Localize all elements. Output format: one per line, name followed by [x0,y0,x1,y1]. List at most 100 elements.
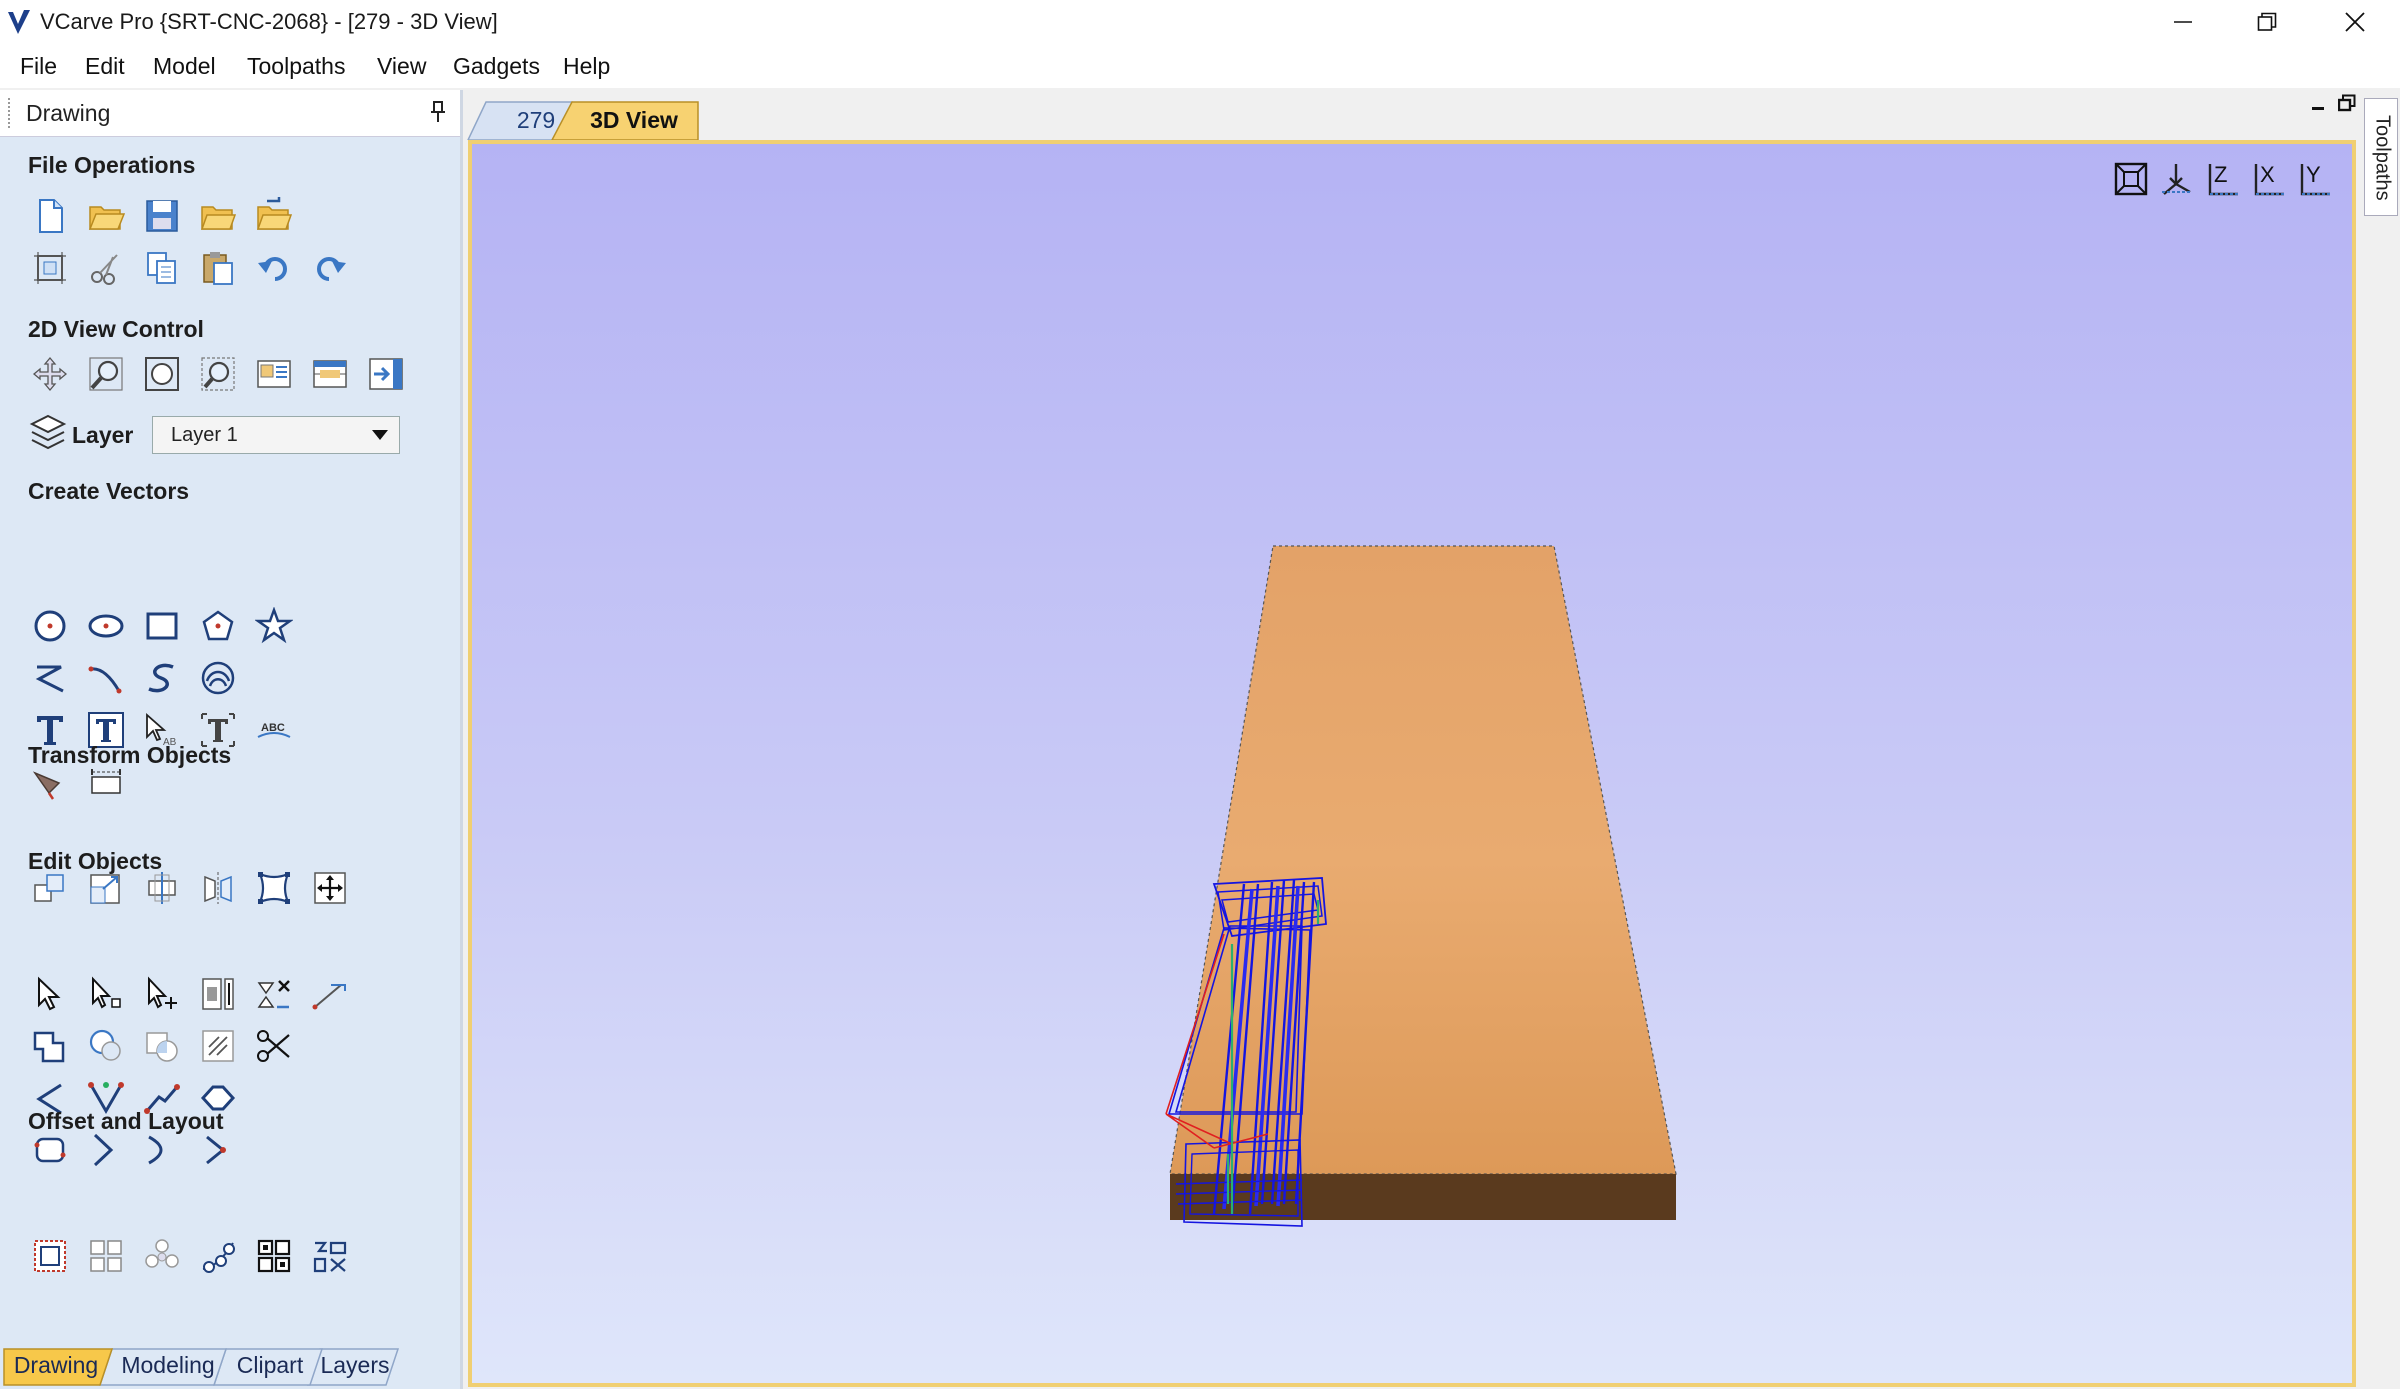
3d-viewport[interactable]: Z X Y [468,140,2356,1387]
circle-icon [34,610,66,642]
draw-fill-button[interactable] [196,656,240,700]
group-button[interactable] [252,972,296,1016]
polyline-icon [35,665,64,693]
job-setup-button[interactable] [28,246,72,290]
draw-circle-button[interactable] [28,604,72,648]
pin-icon[interactable] [428,100,448,124]
cut-button[interactable] [84,246,128,290]
weld-button[interactable] [28,1024,72,1068]
layout-view-button[interactable] [364,352,408,396]
panel-title: Drawing [26,100,111,126]
menu-gadgets[interactable]: Gadgets [453,53,540,80]
fillet-button[interactable] [308,972,352,1016]
spline-icon [148,663,174,693]
layer-dropdown[interactable]: Layer 1 [152,416,400,454]
scissors-icon [91,254,118,285]
panel-grip[interactable] [8,98,14,128]
group-remove-icon [257,980,290,1009]
menu-file[interactable]: File [20,53,57,80]
intersect-button[interactable] [140,1024,184,1068]
select-button[interactable] [28,972,72,1016]
open-file-button[interactable] [84,194,128,238]
interactive-trim-button[interactable] [196,972,240,1016]
restore-button[interactable] [2232,0,2301,44]
pan-button[interactable] [28,352,72,396]
draw-rectangle-button[interactable] [140,604,184,648]
3d-scene[interactable] [472,144,2352,1383]
toolpaths-side-tab[interactable]: Toolpaths [2364,98,2398,216]
paste-button[interactable] [196,246,240,290]
copy-along-vectors-button[interactable] [196,1234,240,1278]
trim-scissors-icon [257,1030,290,1062]
toolpaths-tab-label: Toolpaths [2371,115,2394,201]
distort-objects-button[interactable] [252,866,296,910]
tab-279[interactable]: 279 [506,100,566,140]
document-tab-bar: 279 3D View [462,90,2362,140]
import-button[interactable] [252,194,296,238]
copy-button[interactable] [140,246,184,290]
save-file-button[interactable] [140,194,184,238]
redo-button[interactable] [308,246,352,290]
iso-view-icon[interactable] [2162,164,2192,195]
menu-toolpaths[interactable]: Toolpaths [247,53,345,80]
array-copy-button[interactable] [84,1234,128,1278]
zoom-selection-button[interactable] [196,352,240,396]
circular-array-button[interactable] [140,1234,184,1278]
subtract-button[interactable] [84,1024,128,1068]
view-y-icon[interactable]: Y [2300,162,2330,196]
curve-icon [88,666,122,694]
view-toggle-button[interactable] [252,352,296,396]
menu-view[interactable]: View [377,53,426,80]
draw-polygon-button[interactable] [196,604,240,648]
offset-button[interactable] [28,1234,72,1278]
tab-3d-view[interactable]: 3D View [574,100,694,140]
draw-ellipse-button[interactable] [84,604,128,648]
layout-view-icon [369,358,403,390]
menu-model[interactable]: Model [153,53,216,80]
pan-icon [32,356,68,392]
new-file-button[interactable] [28,194,72,238]
mirror-objects-button[interactable] [196,866,240,910]
section-offset-layout: Offset and Layout [28,1108,224,1134]
align-objects-button[interactable] [308,866,352,910]
undo-button[interactable] [252,246,296,290]
copy-along-icon [202,1242,235,1273]
zoom-extents-button[interactable] [140,352,184,396]
drawing-panel: Drawing File Operations 2D View Control … [0,90,463,1389]
view-x-label: X [2260,162,2275,187]
menu-help[interactable]: Help [563,53,610,80]
copy-icon [147,252,176,284]
close-button[interactable] [2320,0,2389,44]
tab-layers[interactable]: Layers [316,1347,394,1383]
text-arc-button[interactable]: ABC [252,708,296,752]
tab-drawing[interactable]: Drawing [8,1347,104,1383]
view-z-icon[interactable]: Z [2208,162,2238,196]
overlap-button[interactable] [196,1024,240,1068]
transform-mode-button[interactable] [140,972,184,1016]
auto-layout-button[interactable] [308,1234,352,1278]
new-file-icon [39,199,63,233]
save-icon [146,200,178,232]
draw-curve-button[interactable] [84,656,128,700]
tab-clipart[interactable]: Clipart [222,1347,318,1383]
tile-views-button[interactable] [308,352,352,396]
node-edit-button[interactable] [84,972,128,1016]
nesting-button[interactable] [252,1234,296,1278]
transform-cursor-icon [148,976,177,1009]
view-x-icon[interactable]: X [2254,162,2284,196]
section-create-vectors: Create Vectors [28,478,190,504]
menu-edit[interactable]: Edit [85,53,125,80]
draw-polyline-button[interactable] [28,656,72,700]
draw-star-button[interactable] [252,604,296,648]
minimize-button[interactable] [2148,0,2217,44]
zoom-to-fit-icon[interactable] [2114,162,2148,196]
zoom-button[interactable] [84,352,128,396]
open-templates-button[interactable] [196,194,240,238]
curve-fit-icon [93,1133,114,1167]
snap-center-icon [314,872,346,904]
view-z-label: Z [2214,162,2227,187]
tab-modeling[interactable]: Modeling [110,1347,226,1383]
draw-spline-button[interactable] [140,656,184,700]
section-file-operations: File Operations [28,152,196,178]
trim-button[interactable] [252,1024,296,1068]
